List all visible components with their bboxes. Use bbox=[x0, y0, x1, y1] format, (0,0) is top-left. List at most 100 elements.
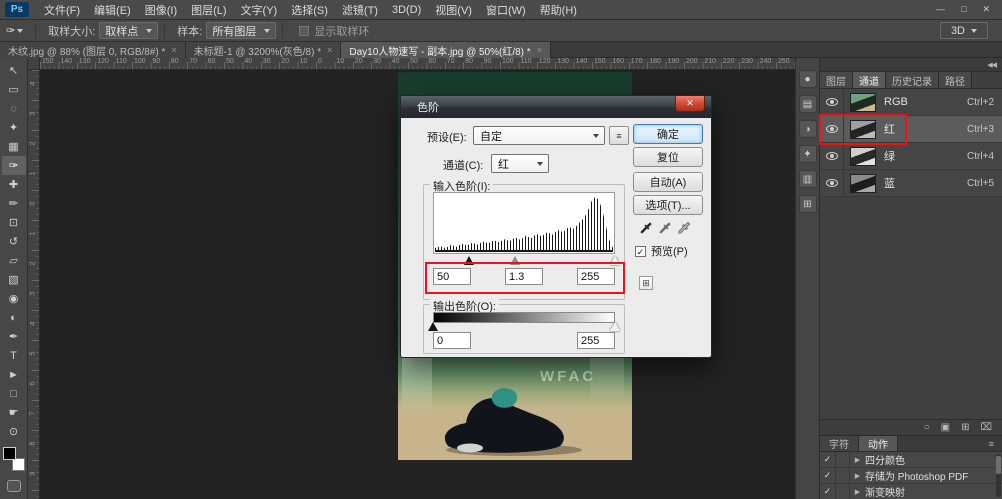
tab-character[interactable]: 字符 bbox=[820, 436, 859, 451]
visibility-toggle[interactable] bbox=[820, 116, 844, 142]
close-tab-icon[interactable]: × bbox=[327, 45, 332, 55]
menu-3d[interactable]: 3D(D) bbox=[385, 4, 428, 16]
type-tool-icon[interactable]: T bbox=[2, 346, 26, 365]
active-tool-icon[interactable]: ✑ bbox=[0, 24, 29, 37]
shape-tool-icon[interactable]: □ bbox=[2, 384, 26, 403]
foreground-color-swatch[interactable] bbox=[3, 447, 16, 460]
brush-tool-icon[interactable]: ✏ bbox=[2, 194, 26, 213]
ok-button[interactable]: 确定 bbox=[633, 124, 703, 144]
crop-tool-icon[interactable]: ▦ bbox=[2, 137, 26, 156]
channel-row-red[interactable]: 红 Ctrl+3 bbox=[820, 116, 1002, 143]
tab-paths[interactable]: 路径 bbox=[939, 72, 972, 88]
menu-help[interactable]: 帮助(H) bbox=[533, 2, 584, 18]
channel-row-blue[interactable]: 蓝 Ctrl+5 bbox=[820, 170, 1002, 197]
action-check-icon[interactable]: ✓ bbox=[820, 484, 836, 499]
menu-edit[interactable]: 编辑(E) bbox=[87, 2, 138, 18]
action-row[interactable]: ✓ ▶ 存储为 Photoshop PDF bbox=[820, 468, 1002, 484]
load-channel-selection-icon[interactable]: ○ bbox=[924, 423, 930, 433]
expand-arrow-icon[interactable]: ▶ bbox=[850, 456, 865, 464]
highlight-output-slider[interactable] bbox=[610, 322, 620, 331]
eyedropper-tool-icon[interactable]: ✑ bbox=[2, 156, 26, 175]
document-tab-2[interactable]: 未标题-1 @ 3200%(灰色/8) * × bbox=[186, 42, 342, 58]
new-channel-icon[interactable]: ⊞ bbox=[961, 423, 969, 433]
shadow-output-slider[interactable] bbox=[428, 322, 438, 331]
histogram-grid-icon[interactable]: ⊞ bbox=[639, 276, 653, 290]
show-sampling-ring-checkbox[interactable]: 显示取样环 bbox=[299, 23, 369, 39]
marquee-tool-icon[interactable]: ▭ bbox=[2, 80, 26, 99]
highlight-output-field[interactable] bbox=[577, 332, 615, 349]
tab-history[interactable]: 历史记录 bbox=[886, 72, 939, 88]
midtone-input-field[interactable] bbox=[505, 268, 543, 285]
tab-channels[interactable]: 通道 bbox=[853, 72, 886, 88]
action-check-icon[interactable]: ✓ bbox=[820, 452, 836, 467]
document-tab-3[interactable]: Day10人物速写 - 副本.jpg @ 50%(红/8) * × bbox=[341, 42, 551, 58]
collapse-panels-icon[interactable]: ◀◀ bbox=[987, 61, 996, 69]
channel-row-rgb[interactable]: RGB Ctrl+2 bbox=[820, 89, 1002, 116]
eraser-tool-icon[interactable]: ▱ bbox=[2, 251, 26, 270]
preset-menu-button[interactable]: ≡ bbox=[609, 126, 629, 145]
move-tool-icon[interactable]: ↖ bbox=[2, 61, 26, 80]
expand-arrow-icon[interactable]: ▶ bbox=[850, 472, 865, 480]
expand-arrow-icon[interactable]: ▶ bbox=[850, 488, 865, 496]
action-row[interactable]: ✓ ▶ 四分颜色 bbox=[820, 452, 1002, 468]
ruler-origin-corner[interactable] bbox=[28, 58, 40, 70]
histogram-panel-icon[interactable]: ▥ bbox=[799, 170, 817, 188]
document-tab-1[interactable]: 木纹.jpg @ 88% (图层 0, RGB/8#) * × bbox=[0, 42, 186, 58]
navigator-panel-icon[interactable]: ⊞ bbox=[799, 195, 817, 213]
blur-tool-icon[interactable]: ◉ bbox=[2, 289, 26, 308]
minimize-button[interactable]: — bbox=[936, 4, 945, 15]
visibility-toggle[interactable] bbox=[820, 89, 844, 115]
action-dialog-toggle[interactable] bbox=[836, 484, 850, 499]
quick-mask-button[interactable] bbox=[7, 480, 21, 492]
auto-button[interactable]: 自动(A) bbox=[633, 172, 703, 192]
action-row[interactable]: ✓ ▶ 渐变映射 bbox=[820, 484, 1002, 499]
color-panel-icon[interactable]: ● bbox=[799, 70, 817, 88]
swatches-panel-icon[interactable]: ▤ bbox=[799, 95, 817, 113]
hand-tool-icon[interactable]: ☛ bbox=[2, 403, 26, 422]
action-dialog-toggle[interactable] bbox=[836, 452, 850, 467]
healing-brush-tool-icon[interactable]: ✚ bbox=[2, 175, 26, 194]
black-point-eyedropper-icon[interactable] bbox=[637, 220, 654, 236]
menu-filter[interactable]: 滤镜(T) bbox=[335, 2, 385, 18]
adjustments-panel-icon[interactable]: ◑ bbox=[799, 120, 817, 138]
scrollbar[interactable] bbox=[996, 454, 1001, 497]
highlight-input-field[interactable] bbox=[577, 268, 615, 285]
save-selection-as-channel-icon[interactable]: ▣ bbox=[941, 423, 950, 433]
path-selection-tool-icon[interactable]: ► bbox=[2, 365, 26, 384]
delete-channel-icon[interactable]: ⌧ bbox=[980, 423, 992, 433]
midtone-input-slider[interactable] bbox=[510, 256, 520, 265]
pen-tool-icon[interactable]: ✒ bbox=[2, 327, 26, 346]
white-point-eyedropper-icon[interactable] bbox=[675, 220, 692, 236]
preset-select[interactable]: 自定 bbox=[473, 126, 605, 145]
quick-selection-tool-icon[interactable]: ✦ bbox=[2, 118, 26, 137]
menu-view[interactable]: 视图(V) bbox=[428, 2, 479, 18]
dialog-close-button[interactable]: ✕ bbox=[675, 96, 705, 112]
channel-select[interactable]: 红 bbox=[491, 154, 549, 173]
menu-type[interactable]: 文字(Y) bbox=[234, 2, 285, 18]
dialog-titlebar[interactable]: 色阶 bbox=[401, 96, 711, 118]
channel-row-green[interactable]: 绿 Ctrl+4 bbox=[820, 143, 1002, 170]
menu-image[interactable]: 图像(I) bbox=[138, 2, 184, 18]
visibility-toggle[interactable] bbox=[820, 143, 844, 169]
history-brush-tool-icon[interactable]: ↺ bbox=[2, 232, 26, 251]
preview-checkbox[interactable]: ✓ 预览(P) bbox=[635, 243, 688, 259]
zoom-tool-icon[interactable]: ⊙ bbox=[2, 422, 26, 441]
3d-workspace-button[interactable]: 3D bbox=[940, 22, 988, 39]
shadow-output-field[interactable] bbox=[433, 332, 471, 349]
gradient-tool-icon[interactable]: ▧ bbox=[2, 270, 26, 289]
reset-button[interactable]: 复位 bbox=[633, 147, 703, 167]
menu-select[interactable]: 选择(S) bbox=[284, 2, 335, 18]
close-window-button[interactable]: ✕ bbox=[982, 4, 990, 15]
shadow-input-field[interactable] bbox=[433, 268, 471, 285]
options-button[interactable]: 选项(T)... bbox=[633, 195, 703, 215]
menu-file[interactable]: 文件(F) bbox=[37, 2, 87, 18]
sample-select[interactable]: 所有图层 bbox=[206, 22, 276, 39]
lasso-tool-icon[interactable]: ◌ bbox=[2, 99, 26, 118]
sample-size-select[interactable]: 取样点 bbox=[99, 22, 158, 39]
visibility-toggle[interactable] bbox=[820, 170, 844, 196]
menu-layer[interactable]: 图层(L) bbox=[184, 2, 233, 18]
close-tab-icon[interactable]: × bbox=[171, 45, 176, 55]
panel-menu-icon[interactable]: ≡ bbox=[989, 436, 1002, 451]
shadow-input-slider[interactable] bbox=[464, 256, 474, 265]
clone-stamp-tool-icon[interactable]: ⊡ bbox=[2, 213, 26, 232]
